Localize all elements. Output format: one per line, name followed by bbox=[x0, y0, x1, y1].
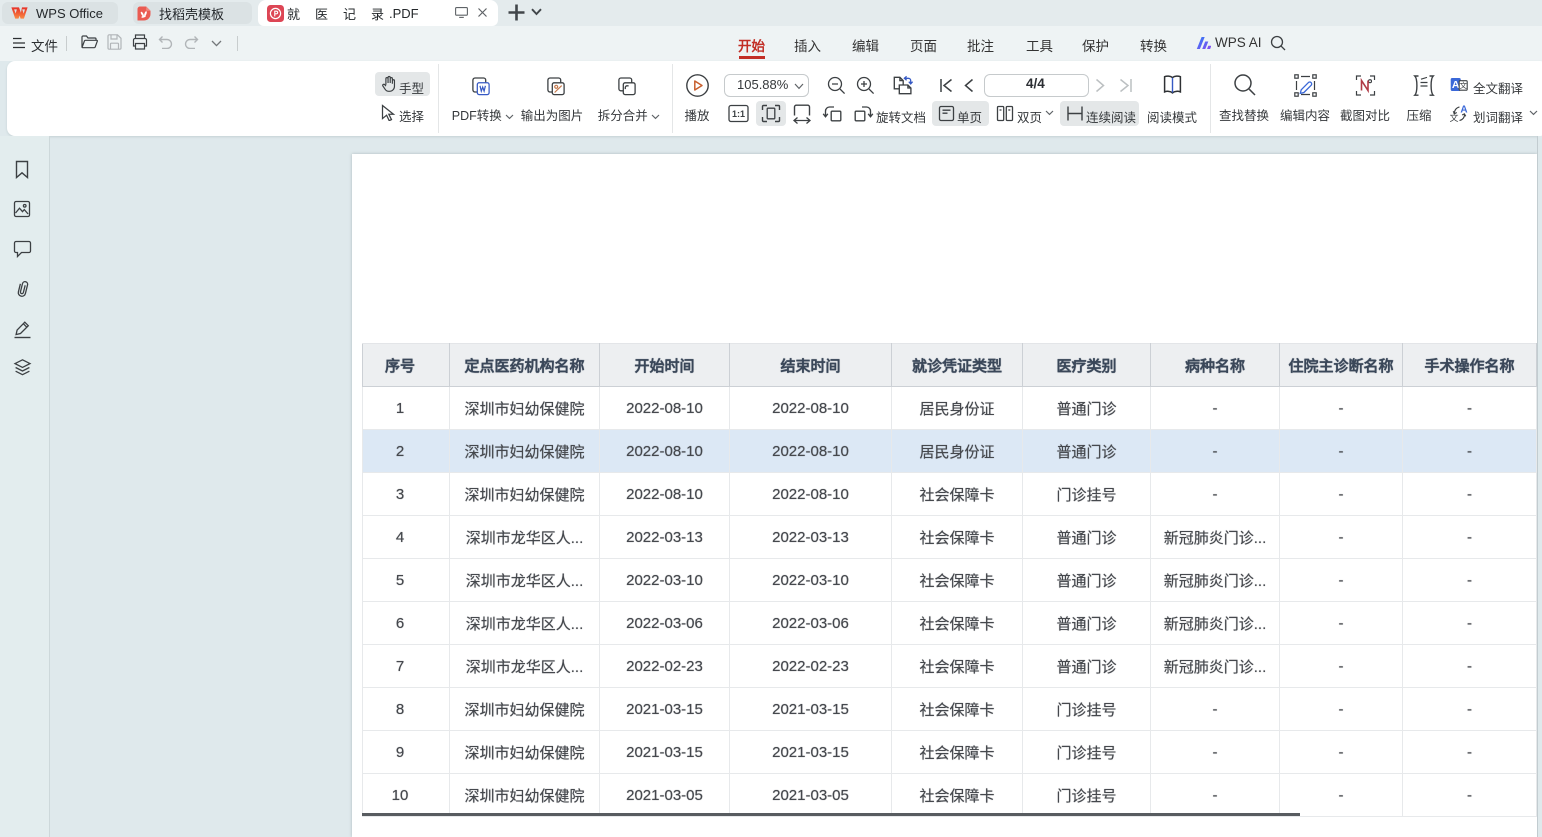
svg-text:文: 文 bbox=[1459, 80, 1467, 90]
